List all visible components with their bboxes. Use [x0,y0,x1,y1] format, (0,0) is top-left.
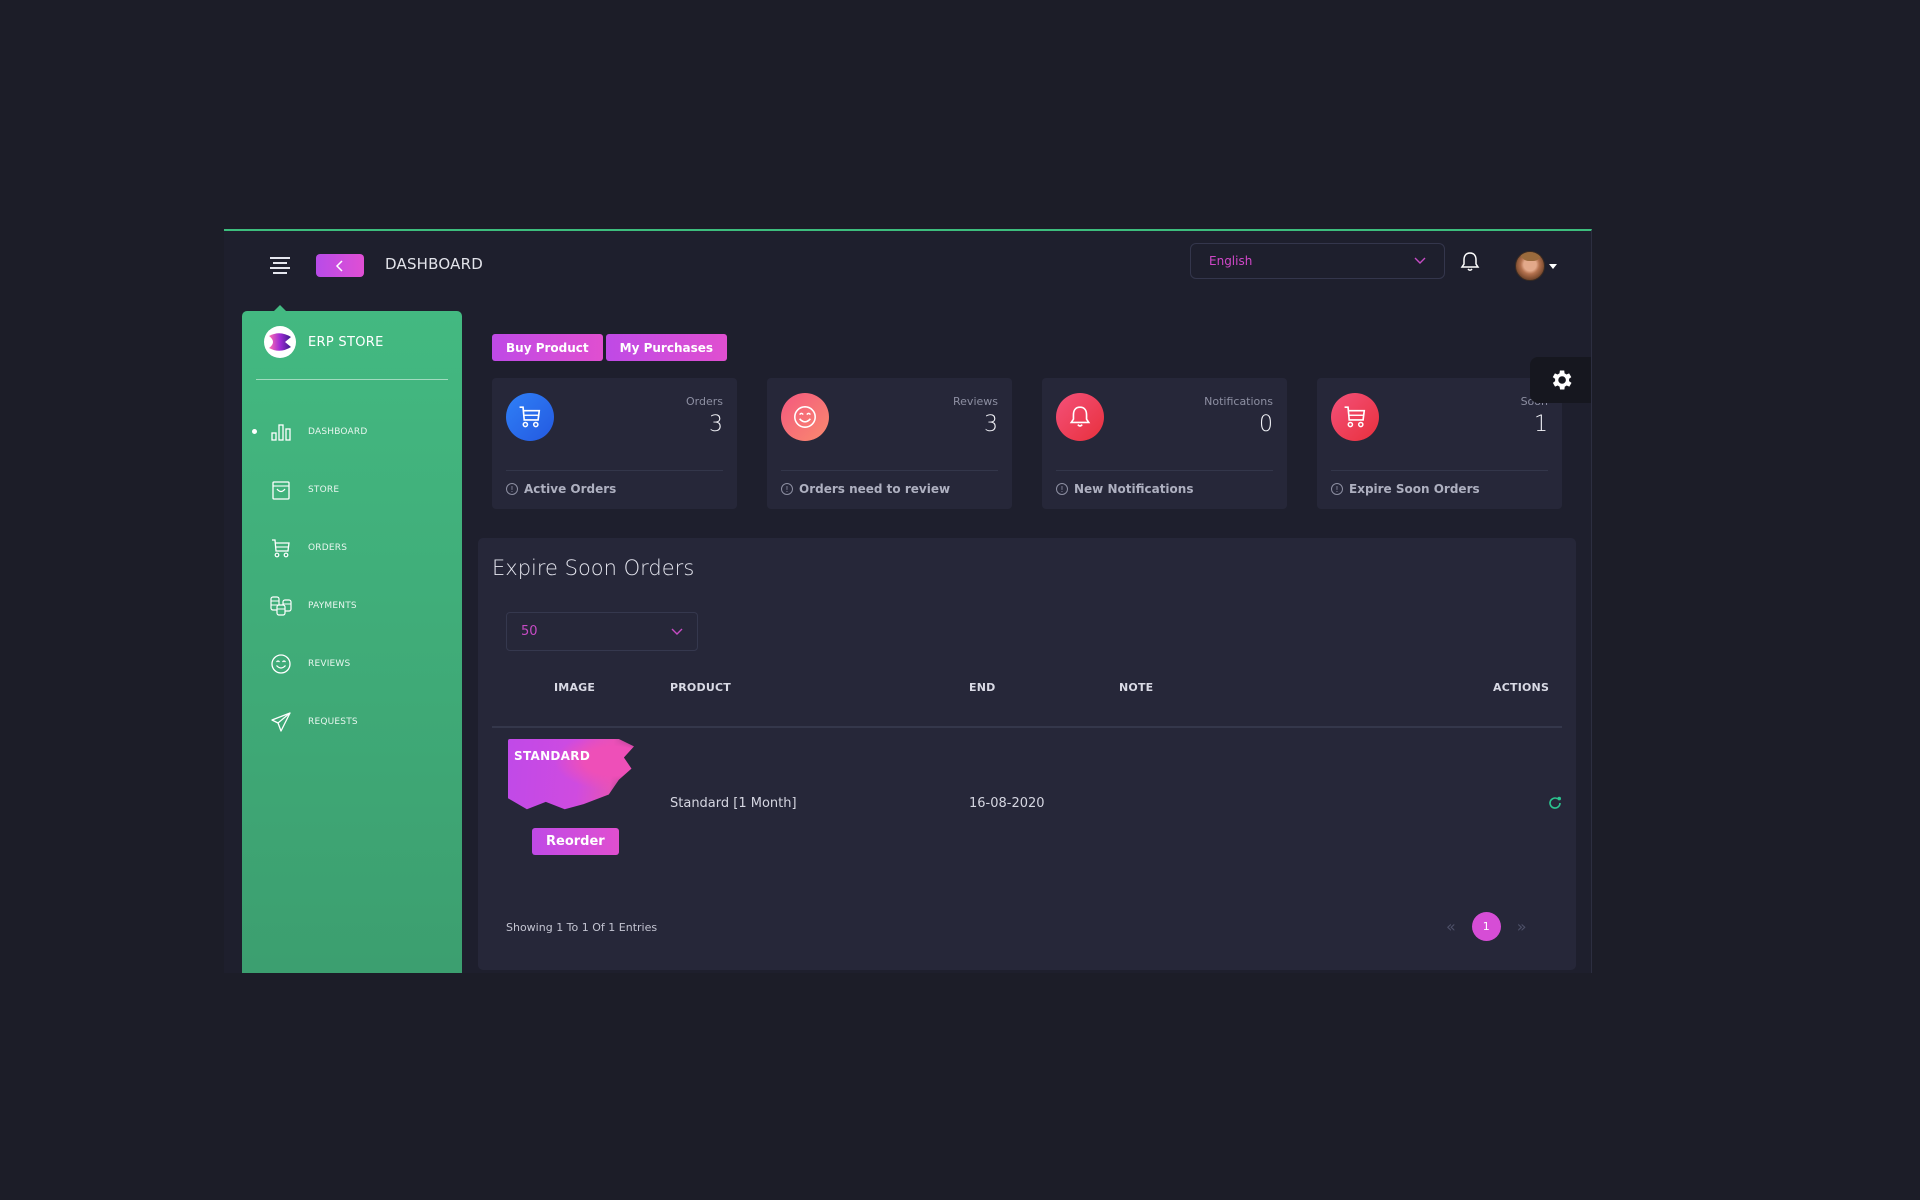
action-buttons: Buy Product My Purchases [492,334,728,361]
stat-footer-text: Active Orders [524,482,617,496]
sidebar-divider [256,379,448,380]
sidebar-item-label: REVIEWS [308,659,351,669]
reorder-button[interactable]: Reorder [532,828,619,855]
buy-product-button[interactable]: Buy Product [492,334,603,361]
sidebar-item-orders[interactable]: ORDERS [242,519,462,577]
paper-plane-icon [270,711,292,733]
product-image-label: STANDARD [514,749,591,763]
active-indicator [252,429,257,434]
page-title: DASHBOARD [385,255,483,273]
table-header-divider [492,726,1562,728]
coins-icon [270,595,292,617]
stat-label: Orders [686,395,723,408]
product-name: Standard [1 Month] [670,796,797,811]
stat-card-reviews[interactable]: Reviews 3 ! Orders need to review [767,378,1012,509]
chevron-left-icon [335,259,343,272]
app-window: DASHBOARD English ERP STORE DASHBOARD ST… [224,229,1592,973]
column-header-image[interactable]: IMAGE [554,681,595,694]
stat-card-expire-soon[interactable]: Soon 1 ! Expire Soon Orders [1317,378,1562,509]
menu-toggle-icon[interactable] [270,257,290,275]
sidebar-item-label: PAYMENTS [308,601,357,611]
language-select[interactable]: English [1190,243,1445,279]
table-info: Showing 1 To 1 Of 1 Entries [506,921,658,934]
end-date: 16-08-2020 [969,796,1045,811]
divider [1056,470,1273,471]
cart-icon [506,393,554,441]
expire-soon-orders-card: Expire Soon Orders 50 IMAGE PRODUCT END … [478,538,1576,970]
chevron-down-icon [671,628,683,635]
language-selected: English [1209,254,1253,268]
cart-icon [1331,393,1379,441]
divider [1331,470,1548,471]
info-icon: ! [1056,483,1068,495]
renew-refresh-icon[interactable] [1547,795,1563,815]
sidebar-item-label: REQUESTS [308,717,358,727]
page-button-current[interactable]: 1 [1471,912,1501,941]
stat-card-notifications[interactable]: Notifications 0 ! New Notifications [1042,378,1287,509]
shopping-bag-icon [270,479,292,501]
chevron-down-icon [1414,257,1426,264]
stat-value: 3 [709,412,723,437]
column-header-note[interactable]: NOTE [1119,681,1153,694]
column-header-product[interactable]: PRODUCT [670,681,731,694]
info-icon: ! [781,483,793,495]
sidebar-item-store[interactable]: STORE [242,461,462,519]
bar-chart-icon [270,421,292,443]
divider [506,470,723,471]
sidebar-item-reviews[interactable]: REVIEWS [242,635,462,693]
stat-footer: ! Orders need to review [781,482,950,496]
collapse-sidebar-button[interactable] [316,254,364,277]
sidebar: ERP STORE DASHBOARD STORE ORDERS PAYMENT… [242,305,462,973]
page-length-select[interactable]: 50 [506,612,698,651]
cart-icon [270,537,292,559]
sidebar-item-payments[interactable]: PAYMENTS [242,577,462,635]
top-header: DASHBOARD English [224,231,1591,299]
page-length-value: 50 [521,624,538,639]
stat-footer-text: Orders need to review [799,482,951,496]
divider [781,470,998,471]
smile-icon [270,653,292,675]
column-header-end[interactable]: END [969,681,995,694]
info-icon: ! [506,483,518,495]
stat-label: Notifications [1204,395,1273,408]
bell-icon [1056,393,1104,441]
notifications-bell-icon[interactable] [1460,251,1480,277]
caret-down-icon [1549,263,1557,269]
previous-page-button[interactable]: « [1446,917,1456,936]
gear-icon [1552,370,1572,390]
stat-value: 0 [1259,412,1273,437]
settings-gear-button[interactable] [1530,357,1591,403]
user-menu[interactable] [1515,251,1557,281]
stat-label: Reviews [953,395,998,408]
stat-value: 3 [984,412,998,437]
info-icon: ! [1331,483,1343,495]
smile-icon [781,393,829,441]
stat-footer: ! Active Orders [506,482,616,496]
brand-logo-icon [264,326,296,358]
stat-card-orders[interactable]: Orders 3 ! Active Orders [492,378,737,509]
brand-name: ERP STORE [308,334,384,350]
sidebar-item-label: STORE [308,485,340,495]
column-header-actions: ACTIONS [1493,681,1550,694]
next-page-button[interactable]: » [1517,917,1527,936]
sidebar-item-dashboard[interactable]: DASHBOARD [242,403,462,461]
sidebar-item-label: ORDERS [308,543,348,553]
stat-footer: ! Expire Soon Orders [1331,482,1480,496]
section-title: Expire Soon Orders [492,556,695,580]
sidebar-item-requests[interactable]: REQUESTS [242,693,462,751]
product-image: STANDARD [508,739,634,810]
sidebar-item-label: DASHBOARD [308,427,368,437]
stat-footer: ! New Notifications [1056,482,1193,496]
my-purchases-button[interactable]: My Purchases [605,334,728,361]
avatar [1515,251,1545,281]
sidebar-nav: DASHBOARD STORE ORDERS PAYMENTS REVIEWS … [242,403,462,751]
stat-footer-text: New Notifications [1074,482,1194,496]
stat-value: 1 [1534,412,1548,437]
stat-footer-text: Expire Soon Orders [1349,482,1480,496]
brand[interactable]: ERP STORE [264,326,384,358]
pagination: « 1 » [1446,912,1527,941]
